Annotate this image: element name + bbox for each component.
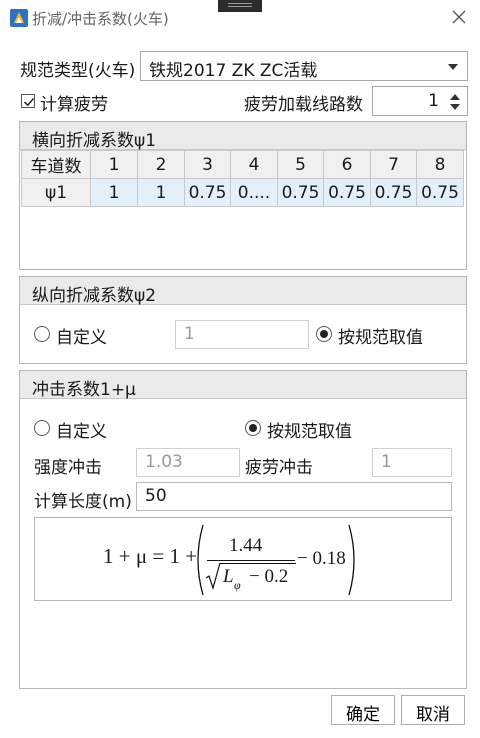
fatigue-checkbox[interactable] <box>21 94 35 108</box>
chevron-down-icon <box>448 64 458 70</box>
longitudinal-spec-radio[interactable] <box>316 326 332 342</box>
table-row: ψ1 1 1 0.75 0.... 0.75 0.75 0.75 0.75 <box>21 178 464 207</box>
fatigue-impact-label: 疲劳冲击 <box>245 458 313 478</box>
table-cell[interactable]: 0.75 <box>416 178 464 207</box>
radio-selected-dot <box>249 424 257 432</box>
calc-length-input[interactable]: 50 <box>136 482 452 511</box>
col-header: 5 <box>277 150 324 179</box>
row-header: ψ1 <box>21 178 91 207</box>
table-cell[interactable]: 0.75 <box>277 178 324 207</box>
fatigue-lines-label: 疲劳加载线路数 <box>244 95 363 115</box>
col-header: 2 <box>137 150 185 179</box>
col-header: 1 <box>90 150 138 179</box>
impact-spec-radio[interactable] <box>245 420 261 436</box>
formula-radicand-sub: φ <box>234 578 241 592</box>
lateral-reduction-group: 横向折减系数ψ1 车道数 1 2 3 4 5 6 7 8 ψ1 1 1 0.75… <box>19 121 467 270</box>
impact-factor-title: 冲击系数1+μ <box>20 371 466 400</box>
fraction-bar <box>207 560 295 561</box>
radio-selected-dot <box>320 330 328 338</box>
fatigue-lines-spinner[interactable]: 1 <box>372 86 468 116</box>
sqrt-icon <box>205 562 221 590</box>
impact-spec-label: 按规范取值 <box>267 422 352 442</box>
longitudinal-custom-label: 自定义 <box>56 328 107 348</box>
col-header: 3 <box>184 150 231 179</box>
spec-type-label: 规范类型(火车) <box>20 61 136 81</box>
right-paren-icon <box>348 524 355 596</box>
table-cell[interactable]: 0.... <box>230 178 278 207</box>
close-icon[interactable] <box>448 6 470 28</box>
col-header: 4 <box>230 150 278 179</box>
fatigue-impact-input[interactable]: 1 <box>372 448 452 477</box>
window-title: 折减/冲击系数(火车) <box>32 10 169 28</box>
longitudinal-custom-radio[interactable] <box>34 326 50 342</box>
spin-down-icon[interactable] <box>450 104 460 110</box>
calc-length-label: 计算长度(m) <box>34 492 132 512</box>
cancel-button[interactable]: 取消 <box>401 695 465 725</box>
col-header: 8 <box>416 150 464 179</box>
table-cell[interactable]: 0.75 <box>184 178 231 207</box>
table-cell[interactable]: 0.75 <box>370 178 417 207</box>
ok-button[interactable]: 确定 <box>331 695 395 725</box>
sqrt-bar <box>220 563 296 564</box>
checkmark-icon <box>23 98 35 107</box>
longitudinal-reduction-title: 纵向折减系数ψ2 <box>20 277 466 306</box>
formula-numerator: 1.44 <box>229 535 263 556</box>
drag-grip-icon[interactable] <box>218 0 262 12</box>
lateral-reduction-table: 车道数 1 2 3 4 5 6 7 8 ψ1 1 1 0.75 0.... 0.… <box>21 150 464 207</box>
strength-impact-input[interactable]: 1.03 <box>136 448 240 477</box>
fatigue-lines-value: 1 <box>428 91 439 111</box>
table-cell[interactable]: 1 <box>137 178 185 207</box>
impact-custom-label: 自定义 <box>56 422 107 442</box>
formula-radicand-var: L <box>223 566 234 587</box>
table-header-row: 车道数 1 2 3 4 5 6 7 8 <box>21 150 464 179</box>
impact-formula: 1 + μ = 1 + 1.44 L φ − 0.2 − 0.18 <box>34 517 452 601</box>
spin-up-icon[interactable] <box>450 94 460 100</box>
formula-tail: − 0.18 <box>297 548 346 569</box>
col-header: 车道数 <box>21 150 91 179</box>
col-header: 7 <box>370 150 417 179</box>
title-bar: 折减/冲击系数(火车) <box>0 0 480 36</box>
formula-radicand-rest: − 0.2 <box>249 566 289 587</box>
spec-type-select[interactable]: 铁规2017 ZK ZC活载 <box>140 51 468 81</box>
fatigue-label: 计算疲劳 <box>40 95 108 115</box>
lateral-reduction-title: 横向折减系数ψ1 <box>20 122 466 151</box>
longitudinal-spec-label: 按规范取值 <box>338 328 423 348</box>
table-cell[interactable]: 1 <box>90 178 138 207</box>
table-cell[interactable]: 0.75 <box>323 178 371 207</box>
spec-type-value: 铁规2017 ZK ZC活载 <box>149 61 318 81</box>
app-logo-icon <box>10 9 28 27</box>
left-paren-icon <box>197 524 204 596</box>
formula-lhs: 1 + μ = 1 + <box>103 544 198 568</box>
strength-impact-label: 强度冲击 <box>34 458 102 478</box>
impact-custom-radio[interactable] <box>34 420 50 436</box>
col-header: 6 <box>323 150 371 179</box>
longitudinal-custom-input[interactable]: 1 <box>175 320 309 349</box>
